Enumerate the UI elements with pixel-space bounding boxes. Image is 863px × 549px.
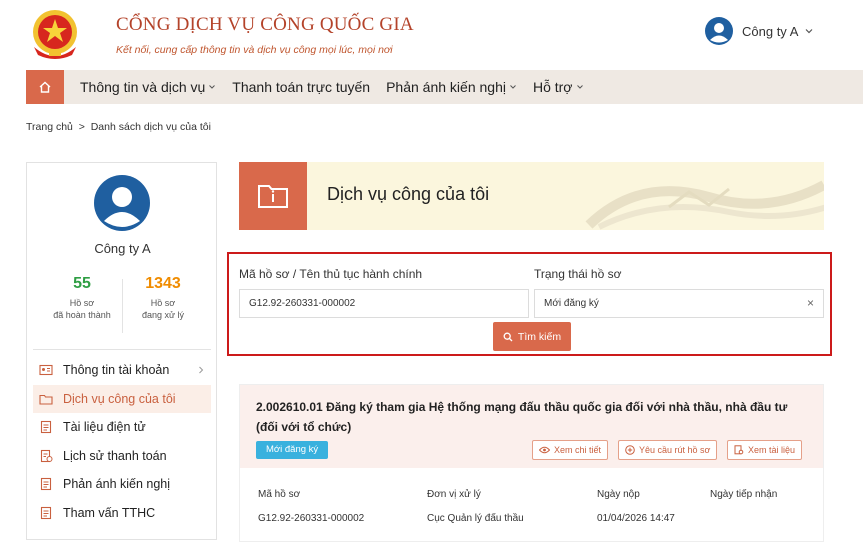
- stat-completed-sublabel: đã hoàn thành: [53, 310, 111, 320]
- folder-icon: [39, 394, 53, 405]
- record-card-header: 2.002610.01 Đăng ký tham gia Hệ thống mạ…: [240, 385, 823, 468]
- chevron-down-icon: [510, 85, 516, 89]
- submit-date-column: Ngày nộp 01/04/2026 14:47: [597, 489, 675, 524]
- processing-unit-column: Đơn vị xử lý Cục Quản lý đấu thầu: [427, 489, 524, 524]
- sidebar-item-label: Dịch vụ công của tôi: [63, 391, 176, 406]
- column-header: Đơn vị xử lý: [427, 489, 481, 500]
- document-icon: [40, 478, 52, 491]
- record-status-label: Trạng thái hồ sơ: [534, 267, 622, 281]
- sidebar-item-label: Thông tin tài khoản: [63, 363, 170, 378]
- stat-processing: 1343 Hồ sơ đang xử lý: [123, 275, 203, 320]
- company-avatar-icon: [94, 175, 150, 231]
- record-card: 2.002610.01 Đăng ký tham gia Hệ thống mạ…: [239, 384, 824, 542]
- status-badge: Mới đăng ký: [256, 441, 329, 459]
- plus-circle-icon: [625, 445, 635, 455]
- action-label: Yêu cầu rút hồ sơ: [639, 445, 711, 455]
- national-emblem-logo[interactable]: [24, 3, 86, 65]
- document-search-icon: [734, 445, 744, 455]
- nav-online-payment[interactable]: Thanh toán trực tuyến: [232, 79, 370, 95]
- folder-info-icon: [258, 185, 288, 208]
- nav-label: Thanh toán trực tuyến: [232, 79, 371, 95]
- action-label: Xem chi tiết: [554, 445, 602, 455]
- nav-info-services[interactable]: Thông tin và dịch vụ: [80, 79, 216, 95]
- nav-feedback[interactable]: Phản ánh kiến nghị: [386, 79, 517, 95]
- view-documents-button[interactable]: Xem tài liệu: [727, 440, 803, 460]
- sidebar-item-account-info[interactable]: Thông tin tài khoản: [33, 356, 211, 385]
- banner-decoration: [585, 180, 824, 230]
- divider: [33, 349, 211, 350]
- record-status-select[interactable]: Mới đăng ký ×: [534, 289, 824, 318]
- home-icon: [39, 81, 51, 93]
- user-avatar-icon: [705, 17, 733, 45]
- home-button[interactable]: [26, 70, 64, 104]
- chevron-right-icon: [199, 366, 204, 374]
- sidebar-item-e-documents[interactable]: Tài liệu điện tử: [33, 413, 211, 442]
- nav-support[interactable]: Hỗ trợ: [533, 79, 584, 95]
- column-value: 01/04/2026 14:47: [597, 513, 675, 524]
- nav-label: Thông tin và dịch vụ: [80, 79, 206, 95]
- stat-completed: 55 Hồ sơ đã hoàn thành: [42, 275, 122, 320]
- action-label: Xem tài liệu: [748, 445, 796, 455]
- document-icon: [40, 506, 52, 519]
- site-title: CỔNG DỊCH VỤ CÔNG QUỐC GIA: [116, 14, 414, 35]
- banner-icon-box: [239, 162, 307, 230]
- withdraw-request-button[interactable]: Yêu cầu rút hồ sơ: [618, 440, 718, 460]
- stat-processing-value: 1343: [145, 275, 181, 292]
- record-status-value: Mới đăng ký: [544, 298, 599, 309]
- eye-icon: [539, 446, 550, 454]
- stat-completed-label: Hồ sơ: [69, 298, 95, 308]
- sidebar-item-label: Tài liệu điện tử: [63, 420, 146, 435]
- sidebar-item-feedback[interactable]: Phản ánh kiến nghị: [33, 470, 211, 499]
- chevron-down-icon: [576, 85, 583, 89]
- account-sidebar: Công ty A 55 Hồ sơ đã hoàn thành 1343 Hồ…: [26, 162, 217, 540]
- column-value: G12.92-260331-000002: [258, 513, 365, 524]
- receipt-icon: [40, 449, 53, 462]
- stat-processing-label: Hồ sơ: [150, 298, 176, 308]
- record-code-label: Mã hồ sơ / Tên thủ tục hành chính: [239, 267, 423, 281]
- chevron-down-icon: [209, 85, 216, 89]
- sidebar-menu: Thông tin tài khoản Dịch vụ công của tôi…: [33, 356, 211, 527]
- breadcrumb-current: Danh sách dịch vụ của tôi: [90, 121, 211, 133]
- user-name: Công ty A: [742, 23, 799, 39]
- search-icon: [503, 332, 513, 341]
- search-panel: Mã hồ sơ / Tên thủ tục hành chính G12.92…: [227, 252, 832, 356]
- column-value: Cục Quản lý đấu thầu: [427, 513, 524, 524]
- breadcrumb: Trang chủ > Danh sách dịch vụ của tôi: [26, 121, 211, 133]
- breadcrumb-separator: >: [78, 121, 85, 133]
- column-header: Ngày tiếp nhận: [710, 489, 778, 500]
- sidebar-item-label: Phản ánh kiến nghị: [63, 477, 171, 492]
- record-code-input[interactable]: G12.92-260331-000002: [239, 289, 529, 318]
- record-title[interactable]: 2.002610.01 Đăng ký tham gia Hệ thống mạ…: [256, 397, 811, 437]
- site-subtitle: Kết nối, cung cấp thông tin và dịch vụ c…: [116, 44, 393, 56]
- view-detail-button[interactable]: Xem chi tiết: [532, 440, 609, 460]
- page-title: Dịch vụ công của tôi: [327, 184, 490, 204]
- column-header: Ngày nộp: [597, 489, 640, 500]
- record-code-column: Mã hồ sơ G12.92-260331-000002: [258, 489, 364, 524]
- id-card-icon: [39, 365, 53, 376]
- breadcrumb-home[interactable]: Trang chủ: [26, 121, 73, 133]
- chevron-down-icon: [805, 29, 813, 34]
- sidebar-item-consultation[interactable]: Tham vấn TTHC: [33, 499, 211, 528]
- user-menu[interactable]: Công ty A: [705, 16, 814, 46]
- nav-label: Phản ánh kiến nghị: [386, 79, 506, 95]
- search-button[interactable]: Tìm kiếm: [493, 322, 571, 351]
- column-header: Mã hồ sơ: [258, 489, 301, 500]
- stat-processing-sublabel: đang xử lý: [141, 310, 185, 320]
- main-nav: Thông tin và dịch vụ Thanh toán trực tuy…: [26, 70, 863, 104]
- received-date-column: Ngày tiếp nhận: [710, 489, 777, 513]
- stat-completed-value: 55: [73, 275, 91, 292]
- search-button-label: Tìm kiếm: [517, 330, 562, 343]
- sidebar-item-label: Lịch sử thanh toán: [63, 448, 167, 463]
- company-name: Công ty A: [94, 241, 151, 256]
- document-icon: [40, 421, 52, 434]
- sidebar-item-label: Tham vấn TTHC: [63, 505, 156, 520]
- sidebar-item-payment-history[interactable]: Lịch sử thanh toán: [33, 442, 211, 471]
- site-header: CỔNG DỊCH VỤ CÔNG QUỐC GIA Kết nối, cung…: [0, 0, 863, 68]
- page-banner: Dịch vụ công của tôi: [239, 162, 824, 230]
- nav-label: Hỗ trợ: [532, 79, 573, 95]
- sidebar-item-my-services[interactable]: Dịch vụ công của tôi: [33, 384, 211, 413]
- clear-icon[interactable]: ×: [807, 290, 814, 317]
